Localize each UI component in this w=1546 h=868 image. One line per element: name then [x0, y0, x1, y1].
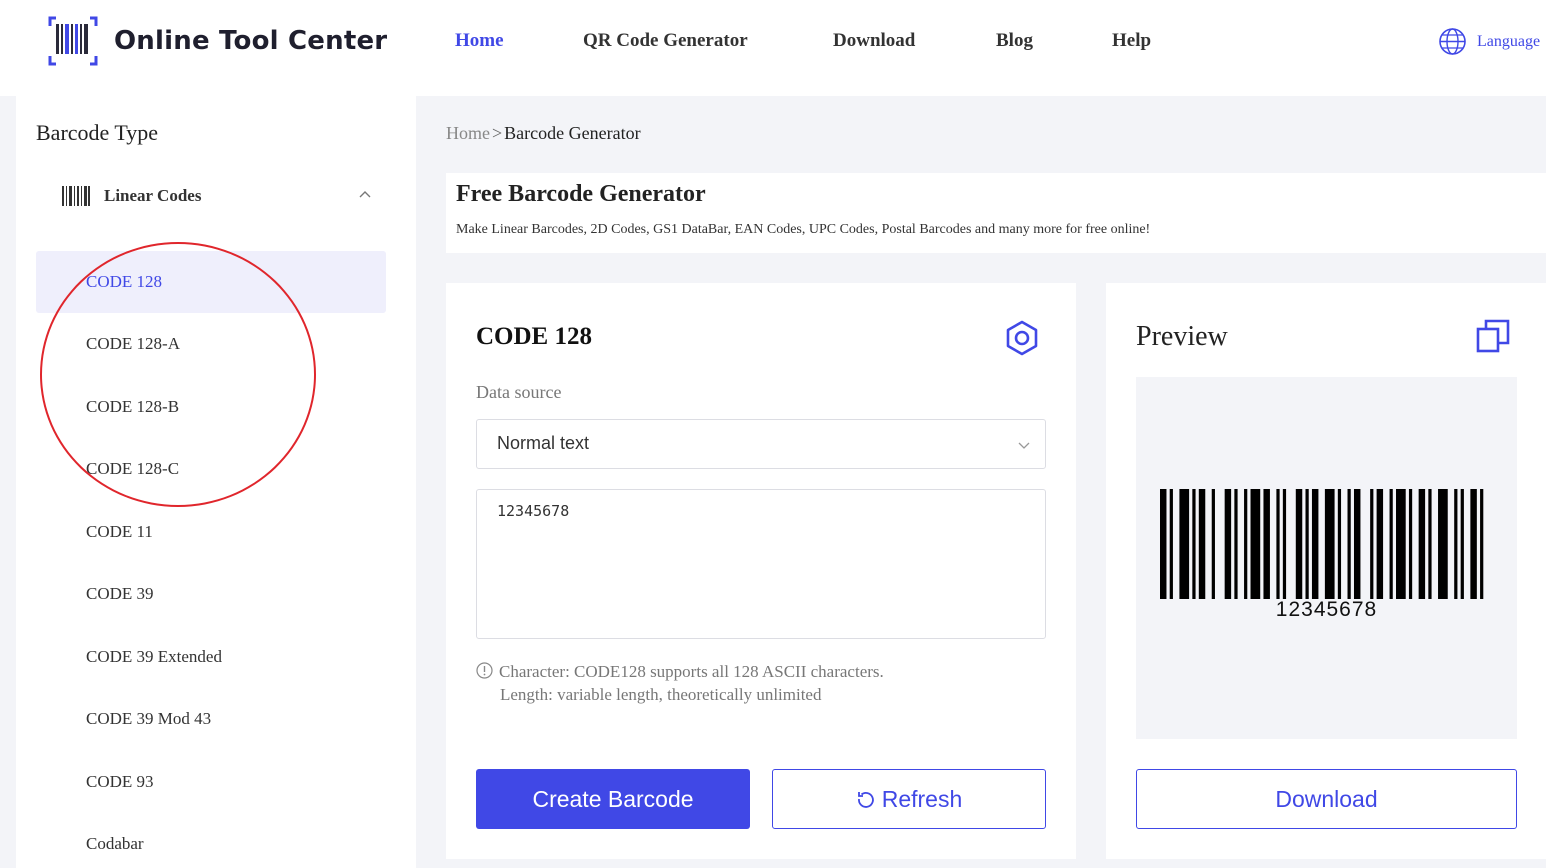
copy-icon[interactable] [1476, 319, 1510, 353]
barcode-bar [1376, 489, 1384, 599]
sidebar-item-code-128-c[interactable]: CODE 128-C [36, 438, 386, 500]
data-source-value: Normal text [497, 433, 590, 453]
barcode-icon [62, 186, 90, 206]
barcode-bar [1324, 489, 1335, 599]
download-button[interactable]: Download [1136, 769, 1517, 829]
sidebar-item-code-128-a[interactable]: CODE 128-A [36, 313, 386, 375]
nav-help[interactable]: Help [1112, 30, 1151, 52]
breadcrumb-separator: > [492, 123, 503, 143]
language-selector[interactable]: Language [1438, 27, 1540, 56]
barcode-bar [1276, 489, 1280, 599]
barcode-bar [1250, 489, 1261, 599]
data-source-label: Data source [476, 382, 562, 402]
sidebar-item-codabar[interactable]: Codabar [36, 813, 386, 868]
chevron-up-icon [359, 191, 371, 198]
barcode-type-sidebar: Barcode Type Linear Codes CODE 128 CODE … [16, 96, 416, 868]
preview-panel: Preview 12345678 Download [1106, 283, 1546, 859]
sidebar-item-code-128[interactable]: CODE 128 [36, 251, 386, 313]
linear-codes-group-toggle[interactable]: Linear Codes [62, 186, 372, 206]
create-barcode-button[interactable]: Create Barcode [476, 769, 750, 829]
page-subtitle: Make Linear Barcodes, 2D Codes, GS1 Data… [456, 222, 1151, 237]
barcode-bar [1470, 489, 1477, 599]
barcode-bar [1169, 489, 1173, 599]
sidebar-item-code-11[interactable]: CODE 11 [36, 501, 386, 563]
barcode-bar [1305, 489, 1309, 599]
barcode-image [1160, 489, 1484, 599]
linear-codes-label: Linear Codes [104, 186, 202, 205]
site-logo[interactable]: Online Tool Center [46, 14, 387, 68]
barcode-bar [1370, 489, 1374, 599]
barcode-bar [1179, 489, 1190, 599]
barcode-bar [1337, 489, 1342, 599]
info-icon [476, 662, 493, 679]
nav-blog[interactable]: Blog [996, 30, 1033, 52]
chevron-down-icon [1018, 442, 1030, 449]
data-source-select[interactable]: Normal text [476, 419, 1046, 469]
breadcrumb: Home > Barcode Generator [446, 123, 641, 144]
barcode-bar [1408, 489, 1413, 599]
hint-length: Length: variable length, theoretically u… [500, 685, 822, 704]
sidebar-item-code-39[interactable]: CODE 39 [36, 563, 386, 625]
nav-home[interactable]: Home [455, 30, 504, 52]
barcode-bar [1224, 489, 1232, 599]
top-header: Online Tool Center Home QR Code Generato… [0, 0, 1546, 96]
refresh-label: Refresh [881, 785, 963, 812]
sidebar-item-code-128-b[interactable]: CODE 128-B [36, 376, 386, 438]
nav-qr-code-generator[interactable]: QR Code Generator [583, 30, 748, 52]
barcode-bar [1353, 489, 1361, 599]
barcode-type-title: CODE 128 [476, 323, 592, 350]
barcode-bar [1192, 489, 1196, 599]
barcode-bar [1244, 489, 1248, 599]
barcode-bar [1480, 489, 1484, 599]
barcode-bar [1454, 489, 1458, 599]
barcode-bar [1460, 489, 1464, 599]
barcode-bar [1311, 489, 1319, 599]
barcode-bar [1282, 489, 1287, 599]
nav-download[interactable]: Download [833, 30, 915, 52]
barcode-bar [1234, 489, 1238, 599]
barcode-bar [1211, 489, 1215, 599]
barcode-bar [1295, 489, 1303, 599]
sidebar-item-code-39-mod-43[interactable]: CODE 39 Mod 43 [36, 688, 386, 750]
sidebar-item-code-93[interactable]: CODE 93 [36, 751, 386, 813]
barcode-bar [1198, 489, 1206, 599]
barcode-bar [1160, 489, 1167, 599]
preview-title: Preview [1136, 321, 1228, 352]
hint-character: Character: CODE128 supports all 128 ASCI… [499, 662, 884, 681]
barcode-bar [1347, 489, 1351, 599]
barcode-bar [1396, 489, 1406, 599]
settings-icon[interactable] [1004, 320, 1040, 356]
refresh-button[interactable]: Refresh [772, 769, 1046, 829]
page-title: Free Barcode Generator [456, 181, 706, 207]
sidebar-item-code-39-extended[interactable]: CODE 39 Extended [36, 626, 386, 688]
barcode-human-readable: 12345678 [1275, 598, 1378, 621]
sidebar-title: Barcode Type [36, 120, 159, 145]
refresh-icon [857, 792, 874, 808]
barcode-preview-area: 12345678 [1136, 377, 1517, 739]
barcode-logo-icon [48, 16, 98, 66]
barcode-bar [1438, 489, 1448, 599]
barcode-bar [1418, 489, 1426, 599]
barcode-bar [1428, 489, 1432, 599]
barcode-data-input[interactable]: 12345678 [476, 489, 1046, 639]
language-label: Language [1477, 32, 1541, 50]
barcode-bar [1263, 489, 1270, 599]
barcode-bar [1389, 489, 1393, 599]
logo-text: Online Tool Center [114, 26, 388, 56]
breadcrumb-current: Barcode Generator [504, 123, 641, 143]
globe-icon [1439, 28, 1466, 55]
page-intro: Free Barcode Generator Make Linear Barco… [446, 173, 1546, 253]
breadcrumb-home[interactable]: Home [446, 123, 490, 143]
input-hint: Character: CODE128 supports all 128 ASCI… [476, 660, 884, 706]
generator-panel: CODE 128 Data source Normal text 1234567… [446, 283, 1076, 859]
